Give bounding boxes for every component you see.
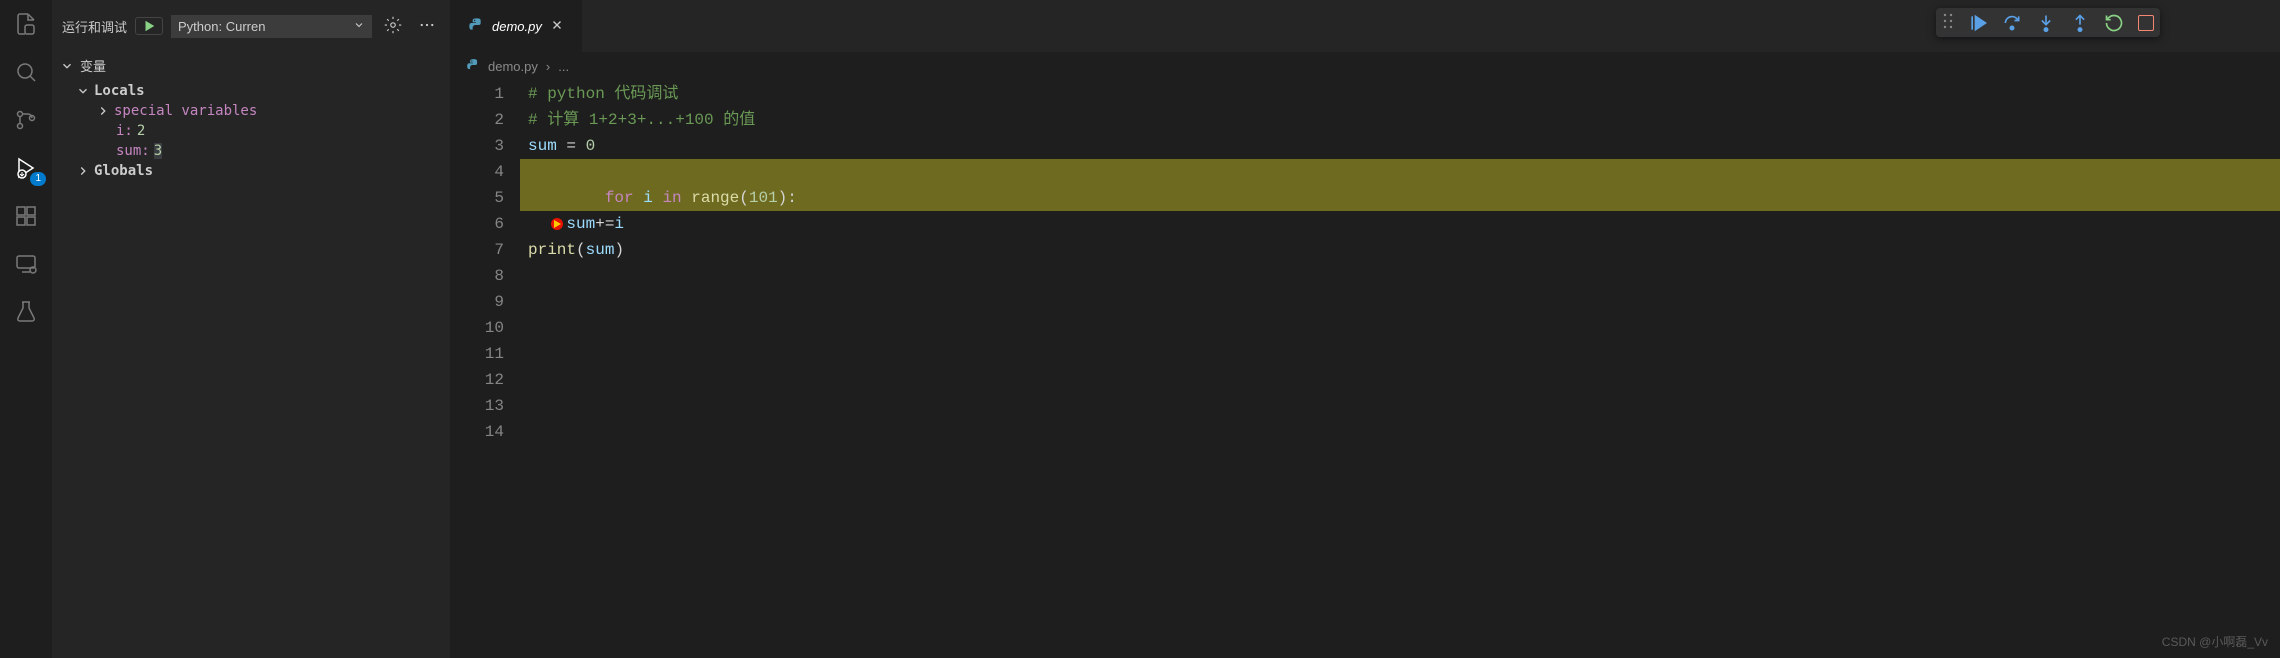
variables-label: 变量: [80, 56, 106, 75]
locals-label: Locals: [94, 83, 145, 99]
search-icon[interactable]: [12, 58, 40, 86]
testing-icon[interactable]: [12, 298, 40, 326]
sidebar-header: 运行和调试 Python: Curren: [52, 0, 450, 52]
step-into-button[interactable]: [2036, 13, 2056, 33]
var-sum-value: 3: [154, 143, 162, 159]
drag-handle-icon[interactable]: [1942, 12, 1954, 33]
debug-badge: 1: [30, 172, 46, 186]
var-sum-name: sum:: [116, 143, 150, 159]
var-i-value: 2: [137, 123, 145, 139]
tab-filename: demo.py: [492, 19, 542, 34]
variable-i[interactable]: i: 2: [52, 121, 450, 141]
tab-demo-py[interactable]: demo.py: [450, 0, 582, 52]
more-icon[interactable]: [414, 12, 440, 41]
close-icon[interactable]: [550, 18, 564, 35]
python-file-icon: [468, 17, 484, 36]
special-variables-node[interactable]: special variables: [52, 101, 450, 121]
debug-config-select[interactable]: Python: Curren: [171, 15, 372, 38]
source-control-icon[interactable]: [12, 106, 40, 134]
start-debug-button[interactable]: [135, 17, 163, 35]
chevron-down-icon: [353, 19, 365, 34]
continue-button[interactable]: [1968, 13, 1988, 33]
current-execution-line: for i in range(101):: [520, 159, 2280, 211]
breadcrumb-file: demo.py: [488, 59, 538, 74]
editor-area: demo.py demo.py › ... 1 2 3 4 5 6 7 8 9 …: [450, 0, 2280, 658]
watermark: CSDN @小啊磊_Vv: [2162, 633, 2268, 650]
locals-node[interactable]: Locals: [52, 81, 450, 101]
step-out-button[interactable]: [2070, 13, 2090, 33]
stop-button[interactable]: [2138, 15, 2154, 31]
debug-toolbar: [1936, 8, 2160, 37]
gear-icon[interactable]: [380, 12, 406, 41]
execution-pointer-icon: [452, 189, 470, 207]
python-file-icon: [466, 58, 480, 75]
variables-section-header[interactable]: 变量: [52, 52, 450, 79]
globals-node[interactable]: Globals: [52, 161, 450, 181]
config-label: Python: Curren: [178, 19, 265, 34]
activity-bar: 1: [0, 0, 52, 658]
variable-sum[interactable]: sum: 3: [52, 141, 450, 161]
sidebar-title: 运行和调试: [62, 17, 127, 36]
run-debug-icon[interactable]: 1: [12, 154, 40, 182]
breadcrumb[interactable]: demo.py › ...: [450, 52, 2280, 81]
restart-button[interactable]: [2104, 13, 2124, 33]
step-over-button[interactable]: [2002, 13, 2022, 33]
remote-icon[interactable]: [12, 250, 40, 278]
var-i-name: i:: [116, 123, 133, 139]
code-editor[interactable]: 1 2 3 4 5 6 7 8 9 10 11 12 13 14 # pytho…: [450, 81, 2280, 445]
globals-label: Globals: [94, 163, 153, 179]
debug-sidebar: 运行和调试 Python: Curren 变量 Locals special v…: [52, 0, 450, 658]
special-variables-label: special variables: [114, 103, 257, 119]
explorer-icon[interactable]: [12, 10, 40, 38]
extensions-icon[interactable]: [12, 202, 40, 230]
variables-tree: Locals special variables i: 2 sum: 3 Glo…: [52, 79, 450, 183]
code-content[interactable]: # python 代码调试 # 计算 1+2+3+...+100 的值 sum …: [520, 81, 2280, 445]
breadcrumb-sep: ›: [546, 59, 550, 74]
breadcrumb-tail: ...: [558, 59, 569, 74]
